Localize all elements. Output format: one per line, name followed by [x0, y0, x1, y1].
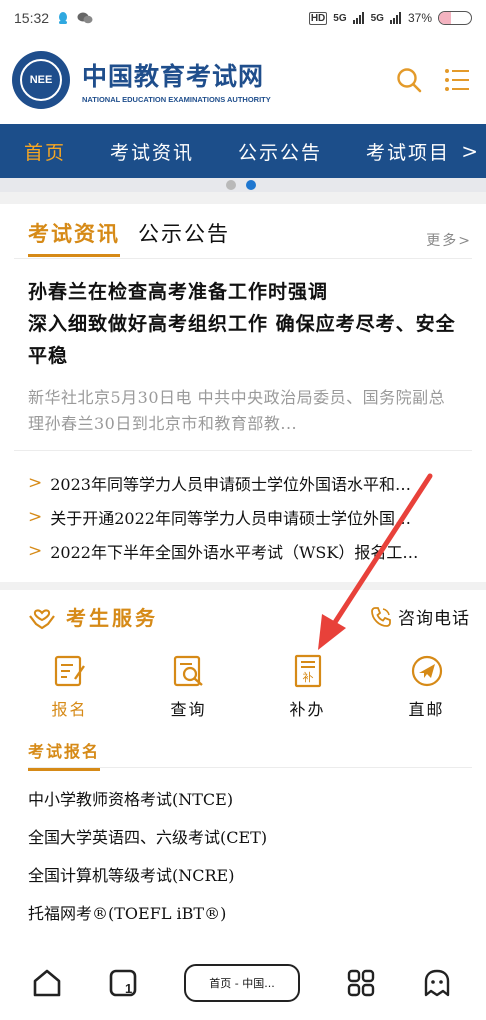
- nav-exam-news[interactable]: 考试资讯: [110, 138, 194, 165]
- featured-headline[interactable]: 孙春兰在检查高考准备工作时强调 深入细致做好高考组织工作 确保应考尽考、安全平稳: [28, 276, 458, 372]
- status-bar: 15:32 HD 5G 5G 37%: [0, 0, 486, 36]
- service-label: 补办: [289, 700, 326, 719]
- reissue-certificate-icon: 补: [294, 654, 321, 688]
- ghost-mode-icon[interactable]: [422, 968, 452, 998]
- logo-text[interactable]: 中国教育考试网 NATIONAL EDUCATION EXAMINATIONS …: [82, 57, 271, 104]
- service-register[interactable]: 报名: [10, 654, 129, 720]
- wechat-icon: [77, 12, 93, 24]
- service-reissue[interactable]: 补 补办: [248, 654, 367, 720]
- news-tabs: 考试资讯 公示公告: [28, 218, 230, 257]
- tabs-icon[interactable]: 1: [108, 968, 138, 998]
- exam-item[interactable]: 托福网考®(TOEFL iBT®): [28, 902, 267, 940]
- phone-icon: [371, 606, 391, 627]
- home-icon[interactable]: [32, 968, 62, 998]
- svg-text:补: 补: [302, 671, 313, 684]
- news-list-item[interactable]: > 关于开通2022年同等学力人员申请硕士学位外国…: [28, 500, 476, 534]
- carousel-dots: [226, 180, 256, 190]
- more-link[interactable]: 更多>: [426, 230, 472, 250]
- grid-menu-icon[interactable]: [346, 968, 376, 998]
- main-nav: 首页 考试资讯 公示公告 考试项目 >: [0, 124, 486, 178]
- news-list-item[interactable]: > 2023年同等学力人员申请硕士学位外国语水平和…: [28, 466, 476, 500]
- divider: [14, 258, 472, 259]
- service-label: 报名: [51, 700, 88, 719]
- site-subtitle: NATIONAL EDUCATION EXAMINATIONS AUTHORIT…: [82, 94, 271, 104]
- exam-item[interactable]: 全国大学英语四、六级考试(CET): [28, 826, 267, 864]
- service-grid: 报名 查询 补 补办 直邮: [0, 654, 486, 720]
- exam-list: 中小学教师资格考试(NTCE) 全国大学英语四、六级考试(CET) 全国计算机等…: [28, 788, 267, 940]
- section-divider: [0, 582, 486, 590]
- nav-more-arrow[interactable]: >: [461, 139, 478, 163]
- headline-line-1: 孙春兰在检查高考准备工作时强调: [28, 281, 329, 303]
- site-title: 中国教育考试网: [82, 61, 265, 91]
- nav-exam-projects[interactable]: 考试项目: [366, 138, 450, 165]
- register-form-icon: [54, 655, 85, 687]
- chevron-right-icon: >: [28, 473, 43, 493]
- browser-bottom-bar: 1 首页 - 中国...: [0, 948, 486, 1020]
- hotline-button[interactable]: 咨询电话: [370, 604, 470, 629]
- svg-text:1: 1: [125, 981, 132, 996]
- query-search-doc-icon: [173, 655, 203, 687]
- exam-item[interactable]: 全国计算机等级考试(NCRE): [28, 864, 267, 902]
- status-time: 15:32: [14, 10, 50, 26]
- nav-notices[interactable]: 公示公告: [238, 138, 322, 165]
- search-icon[interactable]: [396, 67, 422, 93]
- battery-percent: 37%: [407, 11, 432, 25]
- signal-bars-icon: [352, 12, 364, 24]
- featured-summary[interactable]: 新华社北京5月30日电 中共中央政治局委员、国务院副总理孙春兰30日到北京市和教…: [28, 385, 460, 437]
- qq-icon: [59, 12, 68, 24]
- hands-heart-icon: [29, 609, 55, 629]
- service-label: 直邮: [408, 700, 445, 719]
- section-divider: [0, 192, 486, 204]
- tab-notices[interactable]: 公示公告: [138, 218, 230, 257]
- signal-5g-2: 5G: [370, 12, 384, 24]
- service-label: 查询: [170, 700, 207, 719]
- divider: [28, 767, 472, 768]
- chevron-right-icon: >: [28, 541, 43, 561]
- service-title: 考生服务: [66, 606, 158, 630]
- site-logo[interactable]: NEE: [12, 51, 70, 109]
- airplane-mail-icon: [411, 655, 442, 687]
- headline-line-2: 深入细致做好高考组织工作 确保应考尽考、安全平稳: [28, 313, 456, 367]
- tab-exam-news[interactable]: 考试资讯: [28, 218, 120, 257]
- chevron-right-icon: >: [28, 507, 43, 527]
- hotline-label: 咨询电话: [398, 609, 470, 629]
- exam-item[interactable]: 中小学教师资格考试(NTCE): [28, 788, 267, 826]
- carousel-dot[interactable]: [226, 180, 236, 190]
- signal-hd: HD: [308, 11, 328, 25]
- site-header: NEE 中国教育考试网 NATIONAL EDUCATION EXAMINATI…: [0, 36, 486, 124]
- nav-home[interactable]: 首页: [24, 138, 66, 165]
- news-list-item[interactable]: > 2022年下半年全国外语水平考试（WSK）报名工…: [28, 534, 476, 568]
- signal-5g-1: 5G: [333, 12, 347, 24]
- battery-icon: [438, 11, 472, 25]
- menu-icon[interactable]: [444, 68, 470, 92]
- news-list: > 2023年同等学力人员申请硕士学位外国语水平和… > 关于开通2022年同等…: [28, 466, 476, 568]
- service-direct-mail[interactable]: 直邮: [367, 654, 486, 720]
- signal-bars-icon: [389, 12, 401, 24]
- address-bar[interactable]: 首页 - 中国...: [184, 964, 300, 1002]
- logo-badge: NEE: [20, 59, 62, 101]
- divider: [14, 450, 472, 451]
- service-header: 考生服务: [28, 602, 158, 631]
- service-query[interactable]: 查询: [129, 654, 248, 720]
- carousel-dot-active[interactable]: [246, 180, 256, 190]
